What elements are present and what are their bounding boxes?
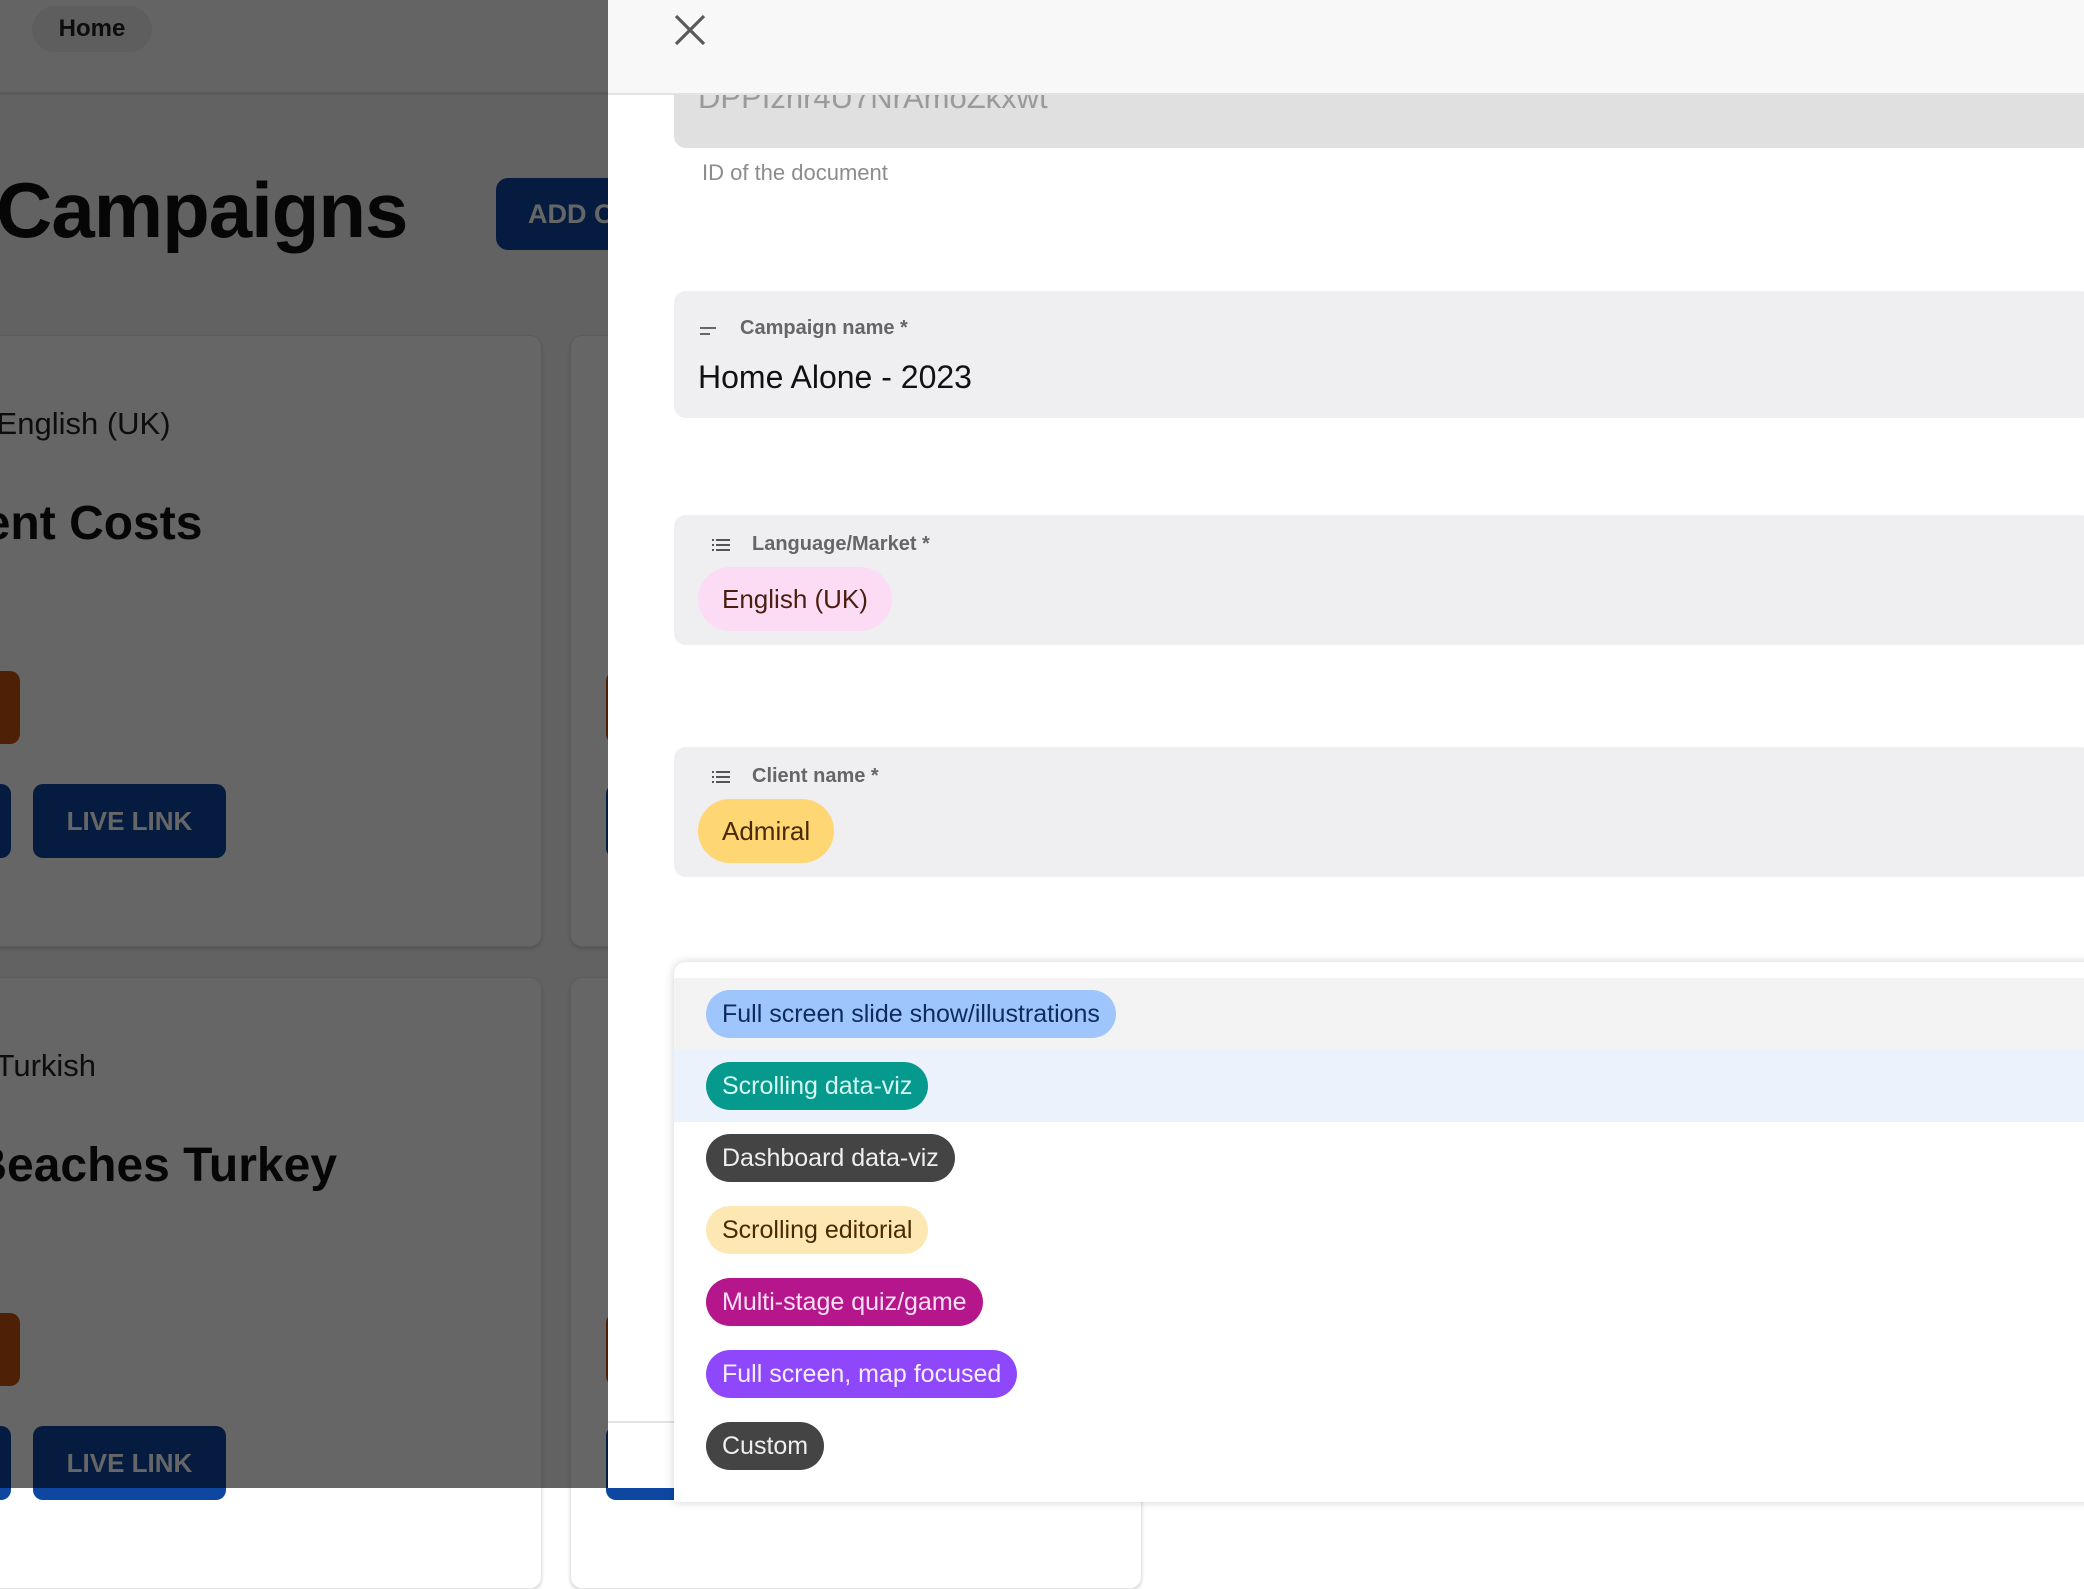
dropdown-option[interactable]: Custom: [674, 1410, 2084, 1482]
dropdown-option[interactable]: Full screen slide show/illustrations: [674, 978, 2084, 1050]
list-icon: [712, 771, 730, 783]
campaign-name-label: Campaign name *: [740, 317, 908, 339]
format-dropdown-menu: Full screen slide show/illustrations Scr…: [674, 962, 2084, 1502]
option-chip: Full screen, map focused: [706, 1350, 1018, 1398]
dropdown-option[interactable]: Full screen, map focused: [674, 1338, 2084, 1410]
document-id-helper: ID of the document: [702, 160, 888, 185]
campaign-name-field[interactable]: Campaign name * Home Alone - 2023: [674, 291, 2084, 418]
client-name-field[interactable]: Client name * Admiral: [674, 747, 2084, 877]
language-chip[interactable]: English (UK): [698, 567, 892, 631]
close-icon[interactable]: [672, 12, 708, 48]
modal-backdrop[interactable]: [0, 0, 608, 1488]
client-chip[interactable]: Admiral: [698, 799, 835, 863]
option-chip: Full screen slide show/illustrations: [706, 990, 1116, 1038]
option-chip: Custom: [706, 1422, 825, 1470]
option-chip: Multi-stage quiz/game: [706, 1278, 983, 1326]
dropdown-option[interactable]: Scrolling editorial: [674, 1194, 2084, 1266]
list-icon: [712, 539, 730, 551]
dropdown-option-highlighted[interactable]: Scrolling data-viz: [674, 1050, 2084, 1122]
campaign-name-input[interactable]: Home Alone - 2023: [698, 359, 972, 396]
option-chip: Scrolling editorial: [706, 1206, 929, 1254]
client-name-label: Client name *: [752, 765, 879, 787]
dropdown-option[interactable]: Multi-stage quiz/game: [674, 1266, 2084, 1338]
panel-header: [608, 0, 2084, 95]
short-text-icon: [700, 327, 716, 335]
option-chip: Dashboard data-viz: [706, 1134, 955, 1182]
option-chip: Scrolling data-viz: [706, 1062, 929, 1110]
dropdown-option[interactable]: Dashboard data-viz: [674, 1122, 2084, 1194]
language-market-label: Language/Market *: [752, 533, 930, 555]
language-market-field[interactable]: Language/Market * English (UK): [674, 515, 2084, 645]
